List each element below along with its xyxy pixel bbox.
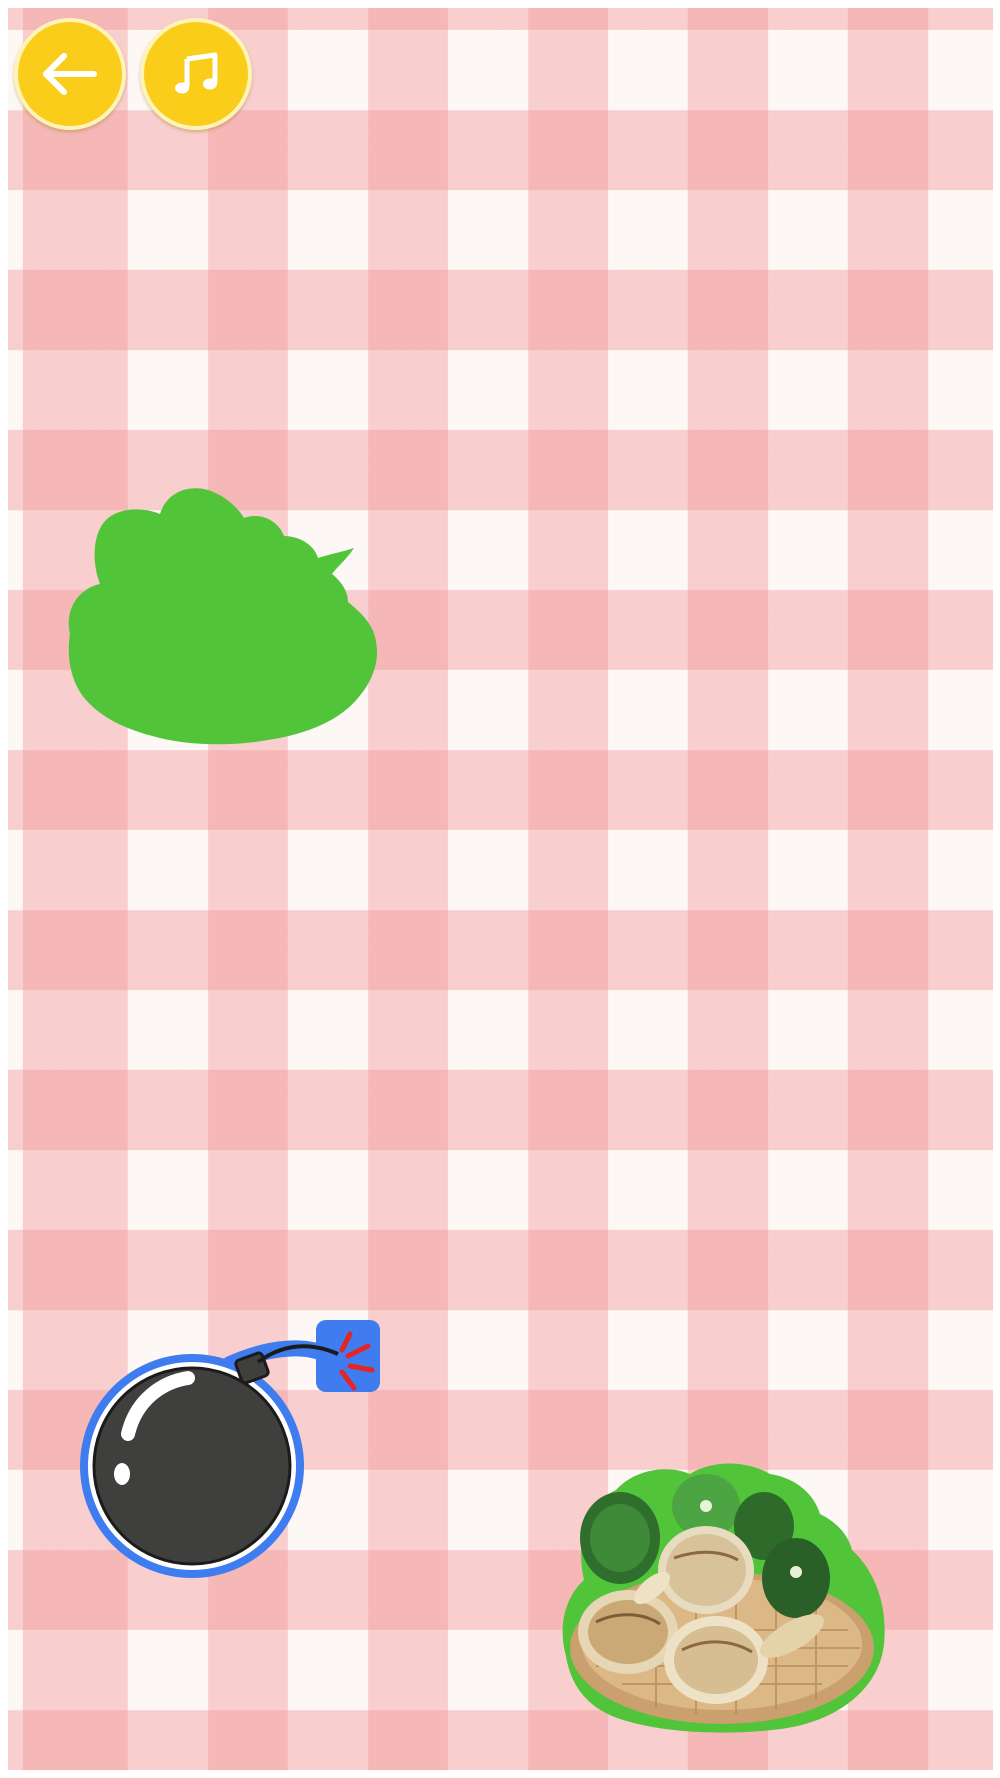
arrow-left-icon — [43, 53, 97, 95]
water-chestnut-basket-icon[interactable] — [556, 1460, 888, 1734]
target-silhouette[interactable] — [62, 484, 382, 750]
music-button[interactable] — [140, 18, 252, 130]
back-button[interactable] — [14, 18, 126, 130]
music-note-icon — [175, 52, 218, 94]
game-screen — [0, 0, 1000, 1778]
bomb-icon[interactable] — [80, 1316, 396, 1578]
